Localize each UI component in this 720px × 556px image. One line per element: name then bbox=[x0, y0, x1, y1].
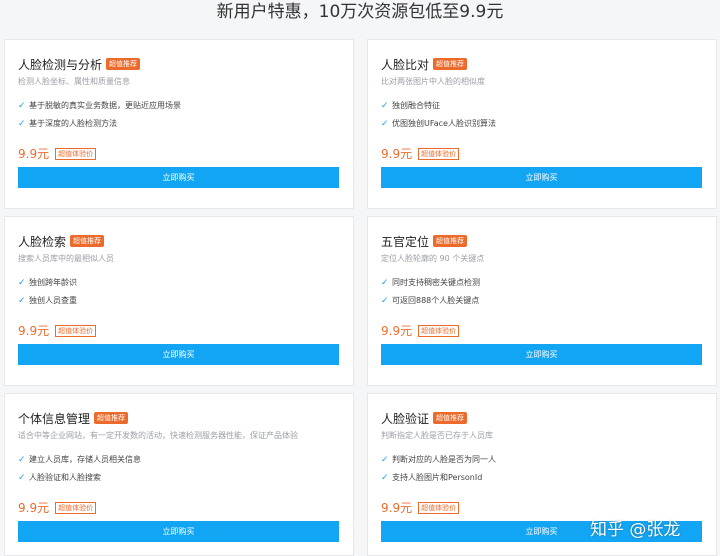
check-icon: ✓ bbox=[18, 277, 26, 288]
buy-now-button[interactable]: 立即购买 bbox=[381, 167, 702, 188]
recommend-badge: 超值推荐 bbox=[94, 412, 129, 424]
page-title: 新用户特惠，10万次资源包低至9.9元 bbox=[216, 2, 504, 22]
recommend-badge: 超值推荐 bbox=[70, 235, 105, 247]
buy-now-button[interactable]: 立即购买 bbox=[18, 167, 339, 188]
watermark: 知乎 @张龙 bbox=[590, 520, 681, 540]
check-icon: ✓ bbox=[18, 100, 26, 111]
recommend-badge: 超值推荐 bbox=[433, 412, 468, 424]
trial-price-tag: 超值体验价 bbox=[55, 501, 97, 514]
product-card-person-management: 个体信息管理 超值推荐 适合中等企业网站，有一定开发数的活动，快速检测服务器性能… bbox=[4, 393, 354, 556]
check-icon: ✓ bbox=[381, 100, 389, 111]
feature-item: ✓ 人脸验证和人脸搜索 bbox=[18, 472, 101, 483]
check-icon: ✓ bbox=[18, 472, 26, 483]
feature-item: ✓ 独创跨年龄识 bbox=[18, 277, 77, 288]
check-icon: ✓ bbox=[18, 295, 26, 306]
check-icon: ✓ bbox=[381, 118, 389, 129]
trial-price-tag: 超值体验价 bbox=[418, 501, 460, 514]
recommend-badge: 超值推荐 bbox=[106, 58, 141, 70]
feature-item: ✓ 支持人脸图片和PersonId bbox=[381, 472, 483, 483]
card-title: 人脸比对 bbox=[381, 57, 430, 72]
card-subtitle: 检测人脸坐标、属性和质量信息 bbox=[18, 77, 130, 86]
feature-item: ✓ 基于深度的人脸检测方法 bbox=[18, 118, 117, 129]
check-icon: ✓ bbox=[18, 118, 26, 129]
price: 9.9元 bbox=[381, 324, 413, 338]
check-icon: ✓ bbox=[18, 454, 26, 465]
feature-item: ✓ 可返回888个人脸关键点 bbox=[381, 295, 480, 306]
card-subtitle: 比对两张图片中人脸的相似度 bbox=[381, 77, 485, 86]
feature-item: ✓ 判断对应的人脸是否为同一人 bbox=[381, 454, 496, 465]
card-subtitle: 搜索人员库中的最相似人员 bbox=[18, 254, 114, 263]
feature-item: ✓ 同时支持稠密关键点检测 bbox=[381, 277, 480, 288]
price: 9.9元 bbox=[18, 147, 50, 161]
card-title: 人脸检索 bbox=[18, 234, 67, 249]
card-subtitle: 判断指定人脸是否已存于人员库 bbox=[381, 431, 493, 440]
recommend-badge: 超值推荐 bbox=[433, 58, 468, 70]
feature-item: ✓ 独创人员查重 bbox=[18, 295, 77, 306]
card-title: 人脸检测与分析 bbox=[18, 57, 103, 72]
feature-item: ✓ 独创融合特征 bbox=[381, 100, 440, 111]
feature-item: ✓ 基于脱敏的真实业务数据，更贴近应用场景 bbox=[18, 100, 181, 111]
product-card-face-detection: 人脸检测与分析 超值推荐 检测人脸坐标、属性和质量信息 ✓ 基于脱敏的真实业务数据… bbox=[4, 39, 354, 209]
buy-now-button[interactable]: 立即购买 bbox=[18, 521, 339, 542]
feature-item: ✓ 建立人员库，存储人员相关信息 bbox=[18, 454, 141, 465]
check-icon: ✓ bbox=[381, 454, 389, 465]
feature-item: ✓ 优图独创UFace人脸识别算法 bbox=[381, 118, 496, 129]
trial-price-tag: 超值体验价 bbox=[55, 324, 97, 337]
product-card-facial-landmarks: 五官定位 超值推荐 定位人脸轮廓的 90 个关键点 ✓ 同时支持稠密关键点检测 ✓… bbox=[367, 216, 717, 386]
price: 9.9元 bbox=[18, 324, 50, 338]
check-icon: ✓ bbox=[381, 472, 389, 483]
card-title: 个体信息管理 bbox=[18, 411, 91, 426]
card-subtitle: 适合中等企业网站，有一定开发数的活动，快速检测服务器性能，保证产品体验 bbox=[18, 431, 298, 440]
check-icon: ✓ bbox=[381, 277, 389, 288]
card-title: 五官定位 bbox=[381, 234, 430, 249]
trial-price-tag: 超值体验价 bbox=[55, 147, 97, 160]
buy-now-button[interactable]: 立即购买 bbox=[18, 344, 339, 365]
product-card-face-compare: 人脸比对 超值推荐 比对两张图片中人脸的相似度 ✓ 独创融合特征 ✓ 优图独创UFa… bbox=[367, 39, 717, 209]
price: 9.9元 bbox=[18, 501, 50, 515]
check-icon: ✓ bbox=[381, 295, 389, 306]
card-subtitle: 定位人脸轮廓的 90 个关键点 bbox=[381, 254, 485, 263]
trial-price-tag: 超值体验价 bbox=[418, 147, 460, 160]
card-title: 人脸验证 bbox=[381, 411, 430, 426]
trial-price-tag: 超值体验价 bbox=[418, 324, 460, 337]
price: 9.9元 bbox=[381, 147, 413, 161]
product-card-face-search: 人脸检索 超值推荐 搜索人员库中的最相似人员 ✓ 独创跨年龄识 ✓ 独创人员查重 9… bbox=[4, 216, 354, 386]
buy-now-button[interactable]: 立即购买 bbox=[381, 344, 702, 365]
price: 9.9元 bbox=[381, 501, 413, 515]
recommend-badge: 超值推荐 bbox=[433, 235, 468, 247]
